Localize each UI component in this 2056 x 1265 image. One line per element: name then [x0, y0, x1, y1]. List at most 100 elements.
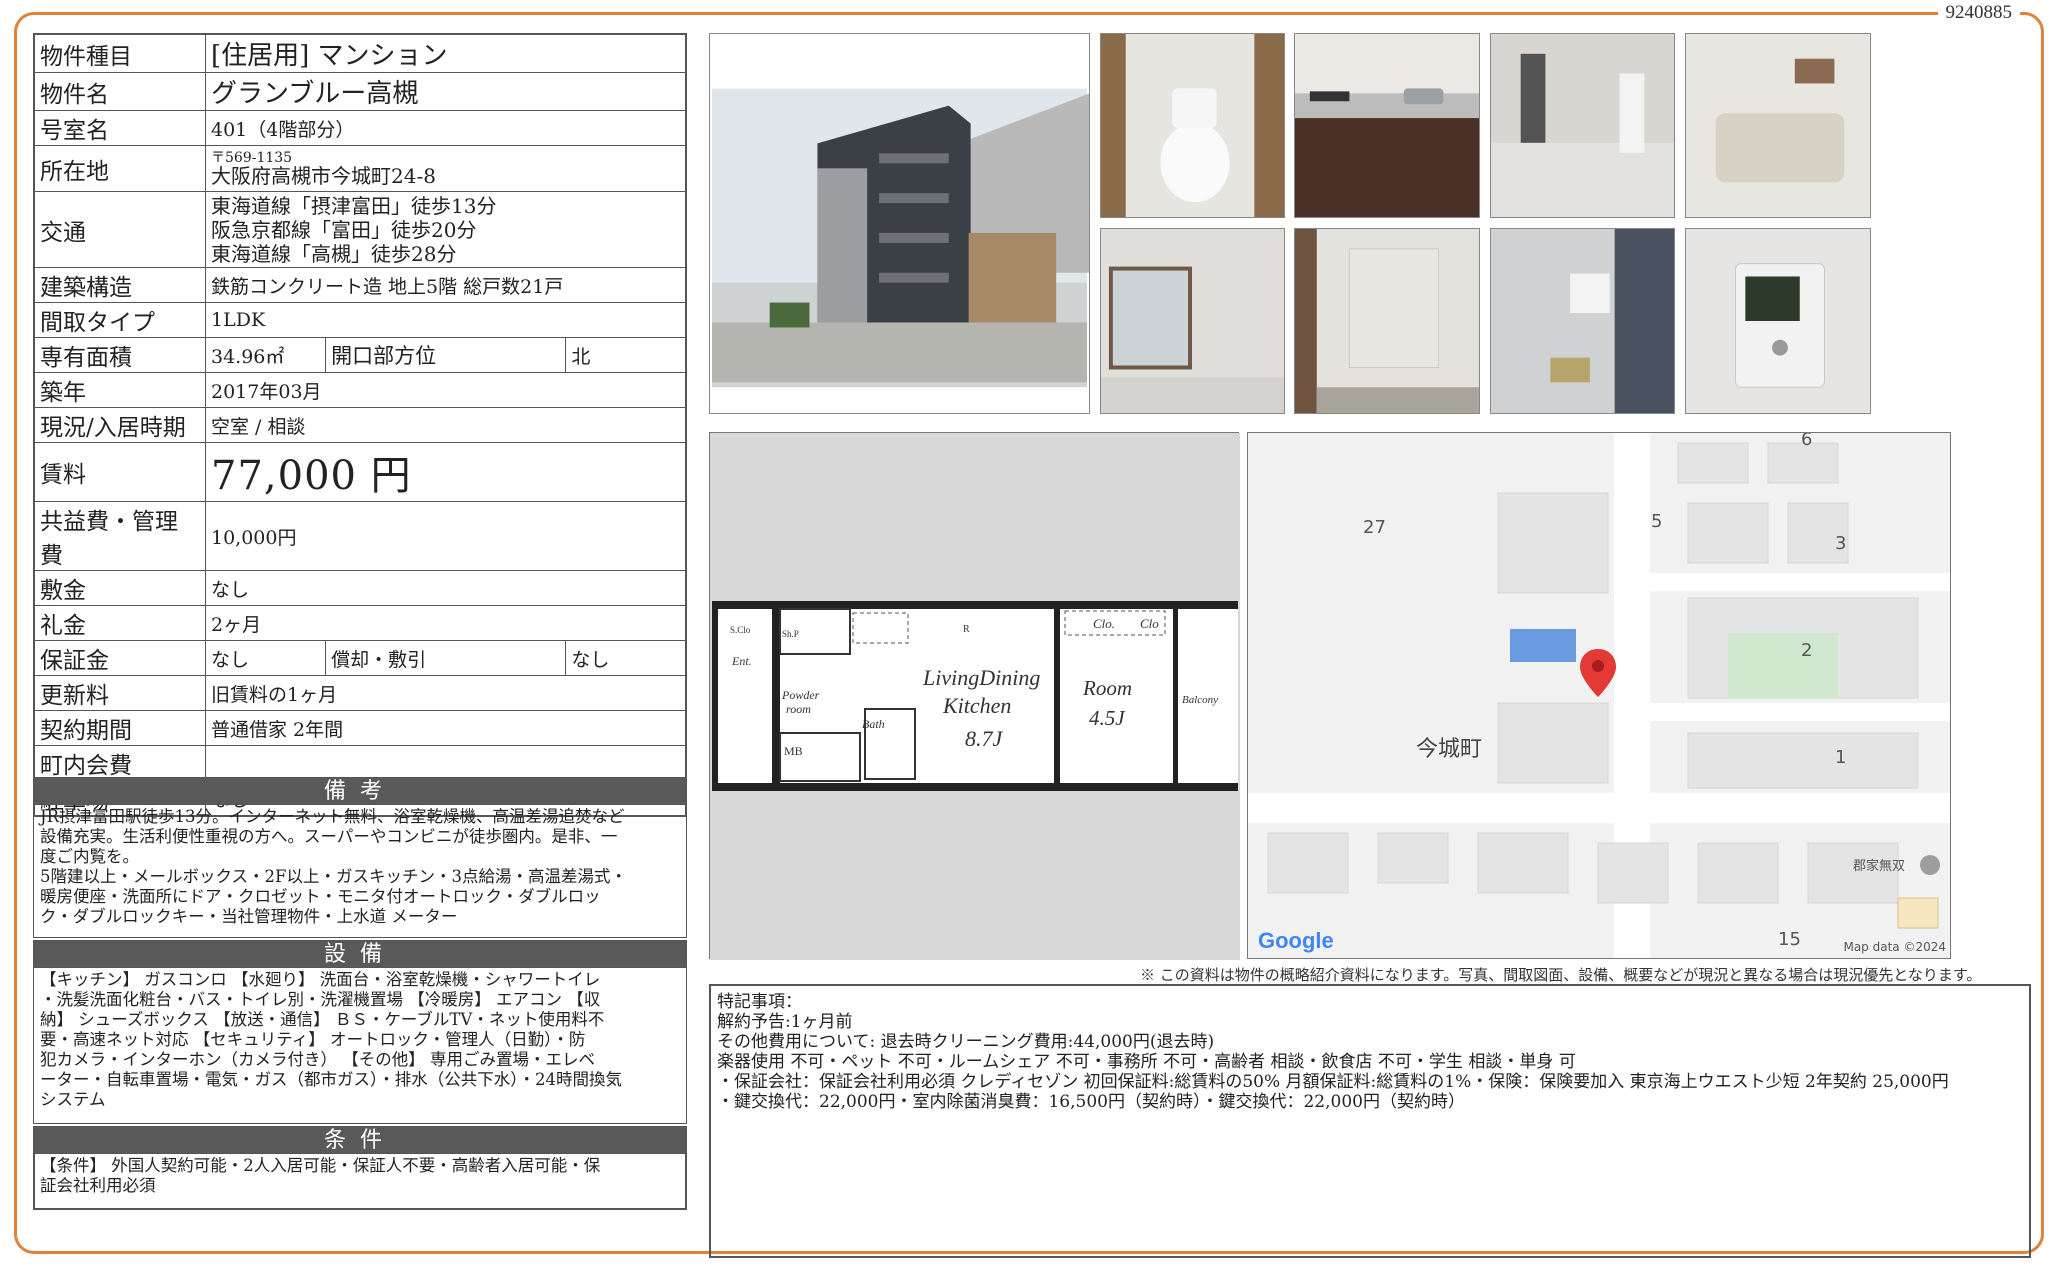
layout-type: 1LDK	[205, 302, 687, 338]
label-transport: 交通	[33, 191, 206, 268]
floor-plan: LivingDining Kitchen 8.7J Room 4.5J Balc…	[709, 432, 1240, 960]
label-status: 現況/入居時期	[33, 407, 206, 443]
label-layout: 間取タイプ	[33, 302, 206, 338]
label-contract: 契約期間	[33, 710, 206, 746]
remarks-line: JR摂津富田駅徒歩13分。インターネット無料、浴室乾燥機、高温差湯追焚など	[40, 807, 625, 826]
conditions-header: 条件	[33, 1126, 687, 1154]
key-money: 2ヶ月	[205, 605, 687, 641]
guarantee: なし	[204, 640, 327, 676]
map-block-number: 2	[1801, 640, 1813, 661]
remarks-line: ク・ダブルロックキー・当社管理物件・上水道 メーター	[40, 907, 458, 926]
label-built: 築年	[33, 372, 206, 408]
plan-room-size: 4.5J	[1089, 706, 1126, 730]
photo-kitchen	[1294, 33, 1480, 218]
equipment-line: 【キッチン】 ガスコンロ 【水廻り】 洗面台・浴室乾燥機・シャワートイレ	[40, 970, 601, 989]
remarks-line: 暖房便座・洗面所にドア・クロゼット・モニタ付オートロック・ダブルロッ	[40, 887, 601, 906]
label-property-type: 物件種目	[33, 33, 206, 73]
property-type: [住居用] マンション	[205, 33, 687, 73]
plan-mb: MB	[784, 744, 803, 758]
map-poi-label: 郡家無双	[1853, 859, 1906, 874]
notes-line: 楽器使用 不可・ペット 不可・ルームシェア 不可・事務所 不可・高齢者 相談・飲…	[717, 1052, 1576, 1072]
notes-line: ・保証会社：保証会社利用必須 クレディセゾン 初回保証料:総賃料の50% 月額保…	[717, 1072, 1949, 1092]
transport-line: 東海道線「高槻」徒歩28分	[211, 241, 457, 266]
special-notes: 特記事項： 解約予告:1ヶ月前 その他費用について: 退去時クリーニング費用:4…	[709, 984, 2031, 1258]
label-area: 専有面積	[33, 337, 206, 373]
notes-line: その他費用について: 退去時クリーニング費用:44,000円(退去時)	[717, 1032, 1215, 1052]
equipment-line: 納】 シューズボックス 【放送・通信】 ＢＳ・ケーブルTV・ネット使用料不	[40, 1010, 605, 1029]
photo-window-room	[1100, 228, 1285, 414]
address: 大阪府高槻市今城町24-8	[211, 163, 436, 188]
notes-line: 特記事項：	[717, 992, 802, 1012]
plan-closet1: Clo.	[1093, 616, 1115, 631]
label-opening: 開口部方位	[325, 337, 567, 373]
photo-bathroom	[1685, 33, 1871, 218]
spec-table: 物件種目 [住居用] マンション 物件名 グランブルー高槻 号室名 401（4階…	[33, 33, 687, 817]
notes-line: ・鍵交換代：22,000円・室内除菌消臭費：16,500円（契約時）・鍵交換代：…	[717, 1092, 1465, 1112]
plan-ldk-label2: Kitchen	[942, 693, 1011, 718]
map-block-number: 15	[1778, 929, 1801, 950]
document-id: 9240885	[1937, 2, 2020, 24]
photo-entrance	[1294, 228, 1480, 414]
remarks-line: 度ご内覧を。	[40, 847, 139, 866]
map-credit: Map data ©2024	[1843, 940, 1946, 954]
map-area-name: 今城町	[1416, 737, 1483, 762]
plan-ldk-size: 8.7J	[965, 726, 1004, 751]
label-key-money: 礼金	[33, 605, 206, 641]
photo-intercom	[1685, 228, 1871, 414]
plan-entrance: Ent.	[731, 654, 752, 668]
rent: 77,000 円	[205, 442, 687, 502]
label-rent: 賃料	[33, 442, 206, 502]
label-location: 所在地	[33, 145, 206, 192]
equipment-line: 要・高速ネット対応 【セキュリティ】 オートロック・管理人（日勤）・防	[40, 1030, 586, 1049]
photo-exterior	[709, 33, 1090, 414]
postal-code: 〒569-1135	[211, 149, 293, 166]
plan-balcony: Balcony	[1182, 694, 1218, 706]
equipment-line: システム	[40, 1090, 106, 1109]
label-amortization: 償却・敷引	[325, 640, 567, 676]
association-fee	[205, 745, 687, 781]
renewal-fee: 旧賃料の1ヶ月	[205, 675, 687, 711]
label-room: 号室名	[33, 110, 206, 146]
photo-balcony	[1490, 228, 1675, 414]
remarks-header: 備考	[33, 777, 687, 805]
remarks-line: 5階建以上・メールボックス・2F以上・ガスキッチン・3点給湯・高温差湯式・	[40, 867, 627, 886]
map-block-number: 3	[1835, 533, 1847, 554]
label-guarantee: 保証金	[33, 640, 206, 676]
plan-bath: Bath	[862, 717, 885, 731]
conditions-border	[33, 1154, 687, 1210]
status: 空室 / 相談	[205, 407, 687, 443]
plan-room-label: Room	[1082, 676, 1132, 700]
label-fee: 共益費・管理費	[33, 501, 206, 571]
map-block-number: 1	[1835, 747, 1847, 768]
built-date: 2017年03月	[205, 372, 687, 408]
photo-toilet	[1100, 33, 1285, 218]
map-block-number: 5	[1651, 511, 1663, 532]
deposit: なし	[205, 570, 687, 606]
remarks-body: JR摂津富田駅徒歩13分。インターネット無料、浴室乾燥機、高温差湯追焚など 設備…	[33, 805, 687, 938]
equipment-line: ・洗髪洗面化粧台・バス・トイレ別・洗濯機置場 【冷暖房】 エアコン 【収	[40, 990, 601, 1009]
google-logo: Google	[1258, 928, 1334, 954]
map-block-number: 27	[1363, 517, 1386, 538]
google-logo-text: Google	[1258, 928, 1334, 953]
disclaimer: ※ この資料は物件の概略紹介資料になります。写真、間取図面、設備、概要などが現況…	[1140, 966, 1982, 984]
notes-line: 解約予告:1ヶ月前	[717, 1012, 853, 1032]
amortization: なし	[565, 640, 687, 676]
transport-line: 東海道線「摂津富田」徒歩13分	[211, 193, 497, 218]
label-association: 町内会費	[33, 745, 206, 781]
label-name: 物件名	[33, 72, 206, 111]
floor-area: 34.96㎡	[204, 337, 327, 373]
plan-closet2: Clo	[1140, 616, 1159, 631]
label-deposit: 敷金	[33, 570, 206, 606]
plan-shoe-closet: S.Clo	[730, 625, 751, 635]
plan-fridge: R	[963, 624, 970, 635]
equipment-header: 設備	[33, 940, 687, 968]
opening-direction: 北	[565, 337, 687, 373]
equipment-line: 犯カメラ・インターホン（カメラ付き） 【その他】 専用ごみ置場・エレベ	[40, 1050, 595, 1069]
equipment-line: ーター・自転車置場・電気・ガス（都市ガス）・排水（公共下水）・24時間換気	[40, 1070, 622, 1089]
management-fee: 10,000円	[205, 501, 687, 571]
map-block-number: 6	[1801, 432, 1813, 450]
plan-wc: Sh.P	[782, 629, 799, 639]
plan-powder: Powder	[781, 688, 820, 702]
transport-line: 阪急京都線「富田」徒歩20分	[211, 217, 477, 242]
equipment-body: 【キッチン】 ガスコンロ 【水廻り】 洗面台・浴室乾燥機・シャワートイレ ・洗髪…	[33, 968, 687, 1124]
